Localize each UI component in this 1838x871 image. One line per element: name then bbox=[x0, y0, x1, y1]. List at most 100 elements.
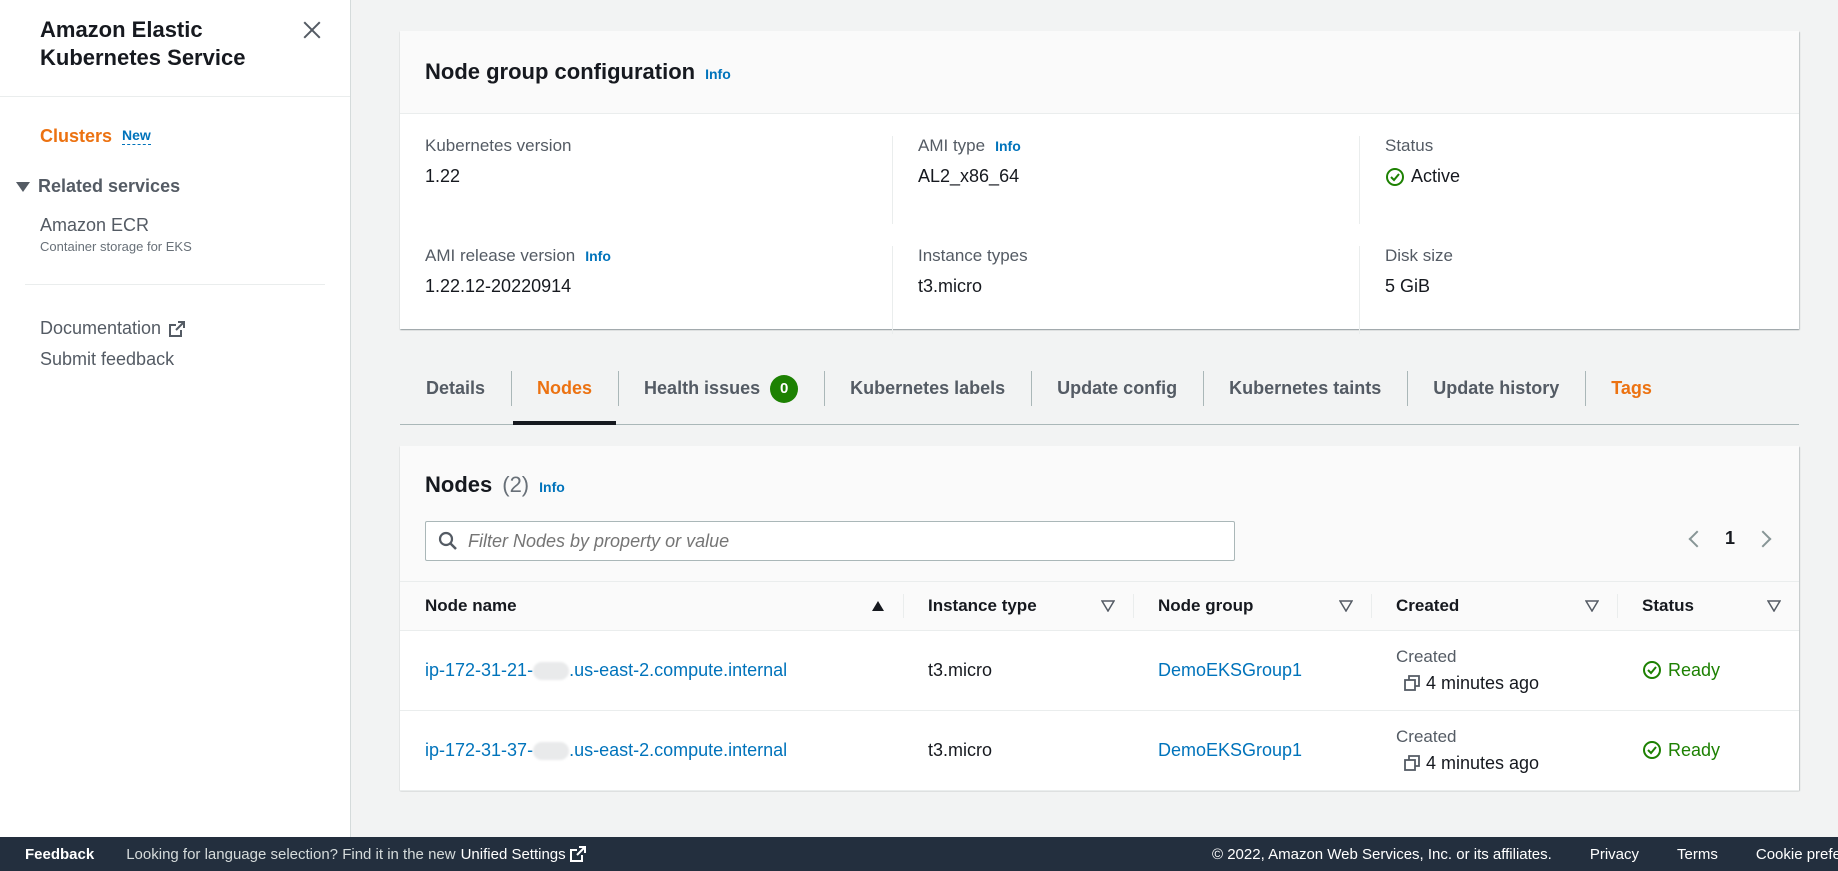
sidebar-divider bbox=[25, 284, 325, 285]
tab-label[interactable]: Details bbox=[426, 378, 485, 399]
tab-health-issues[interactable]: Health issues 0 bbox=[618, 365, 824, 424]
related-services-toggle[interactable]: Related services bbox=[0, 176, 350, 197]
created-label: Created bbox=[1396, 646, 1457, 666]
tab-tags[interactable]: Tags bbox=[1585, 365, 1678, 424]
chevron-right-icon[interactable] bbox=[1754, 530, 1772, 547]
search-input[interactable] bbox=[468, 530, 1208, 552]
tab-update-config[interactable]: Update config bbox=[1031, 365, 1203, 424]
nodes-card: Nodes (2) Info 1 Node name Instance type… bbox=[400, 446, 1799, 791]
status-value: Active bbox=[1411, 166, 1461, 186]
node-group-link[interactable]: DemoEKSGroup1 bbox=[1158, 740, 1302, 760]
redacted-segment bbox=[533, 741, 570, 760]
caret-down-icon bbox=[16, 181, 30, 192]
node-name-prefix[interactable]: ip-172-31-21- bbox=[425, 660, 533, 680]
sort-icon[interactable] bbox=[1339, 600, 1353, 612]
tab-kubernetes-labels[interactable]: Kubernetes labels bbox=[824, 365, 1031, 424]
copy-icon[interactable] bbox=[1404, 675, 1420, 691]
created-label: Created bbox=[1396, 726, 1457, 746]
sort-icon[interactable] bbox=[1585, 600, 1599, 612]
external-link-icon bbox=[569, 846, 586, 862]
copyright-text: © 2022, Amazon Web Services, Inc. or its… bbox=[1212, 845, 1552, 863]
created-value: 4 minutes ago bbox=[1426, 752, 1540, 773]
column-header-status[interactable]: Status bbox=[1617, 582, 1799, 631]
tab-update-history[interactable]: Update history bbox=[1407, 365, 1585, 424]
sidebar-item-feedback[interactable]: Submit feedback bbox=[0, 349, 350, 370]
tab-label[interactable]: Update history bbox=[1433, 378, 1559, 399]
check-circle-icon bbox=[1386, 167, 1404, 186]
close-icon[interactable] bbox=[300, 18, 324, 42]
sort-icon[interactable] bbox=[1101, 600, 1115, 612]
column-header-instance-type[interactable]: Instance type bbox=[903, 582, 1133, 631]
page-number[interactable]: 1 bbox=[1725, 528, 1735, 549]
field-label: Disk size bbox=[1385, 246, 1454, 265]
nodes-title: Nodes bbox=[425, 472, 493, 497]
tab-label[interactable]: Tags bbox=[1611, 378, 1652, 399]
node-name-link[interactable]: ip-172-31-37- .us-east-2.compute.internal bbox=[425, 740, 787, 760]
column-label[interactable]: Node group bbox=[1158, 596, 1253, 615]
related-services-label: Related services bbox=[38, 176, 181, 196]
created-value: 4 minutes ago bbox=[1426, 672, 1540, 693]
sidebar-item-documentation[interactable]: Documentation bbox=[0, 318, 350, 339]
info-link[interactable]: Info bbox=[705, 66, 731, 82]
column-label[interactable]: Status bbox=[1642, 596, 1694, 615]
sidebar-item-clusters[interactable]: Clusters New bbox=[0, 125, 350, 147]
tab-label[interactable]: Health issues bbox=[644, 378, 760, 399]
node-group-link[interactable]: DemoEKSGroup1 bbox=[1158, 660, 1302, 680]
field-label: Status bbox=[1385, 136, 1434, 155]
column-header-created[interactable]: Created bbox=[1371, 582, 1617, 631]
check-circle-icon bbox=[1643, 741, 1661, 759]
node-name-link[interactable]: ip-172-31-21- .us-east-2.compute.internal bbox=[425, 660, 787, 680]
status-value: Ready bbox=[1668, 659, 1721, 680]
ecr-subtitle: Container storage for EKS bbox=[40, 239, 192, 254]
field-value: 1.22 bbox=[425, 166, 461, 186]
footer-feedback-link[interactable]: Feedback bbox=[25, 846, 94, 863]
nodes-count: (2) bbox=[502, 472, 530, 497]
tab-label[interactable]: Update config bbox=[1057, 378, 1177, 399]
sidebar-item-label[interactable]: Clusters bbox=[40, 126, 112, 147]
submit-feedback-link[interactable]: Submit feedback bbox=[40, 349, 174, 370]
table-row: ip-172-31-37- .us-east-2.compute.internal… bbox=[400, 710, 1799, 791]
info-link[interactable]: Info bbox=[995, 138, 1021, 154]
field-value: 5 GiB bbox=[1385, 276, 1431, 296]
node-name-prefix[interactable]: ip-172-31-37- bbox=[425, 740, 533, 760]
language-hint: Looking for language selection? Find it … bbox=[126, 845, 456, 863]
tab-kubernetes-taints[interactable]: Kubernetes taints bbox=[1203, 365, 1407, 424]
tab-label[interactable]: Nodes bbox=[537, 378, 592, 399]
column-header-node-group[interactable]: Node group bbox=[1133, 582, 1371, 631]
filter-search[interactable] bbox=[425, 521, 1235, 561]
node-group-configuration-card: Node group configuration Info Kubernetes… bbox=[400, 31, 1799, 334]
nodes-table: Node name Instance type Node group Creat… bbox=[400, 582, 1799, 791]
redacted-segment bbox=[533, 661, 570, 680]
card-title: Node group configuration bbox=[425, 59, 696, 84]
column-header-node-name[interactable]: Node name bbox=[400, 582, 903, 631]
cookie-preferences-link[interactable]: Cookie prefere bbox=[1756, 846, 1838, 863]
field-label: Kubernetes version bbox=[425, 136, 572, 155]
sort-icon[interactable] bbox=[1767, 600, 1781, 612]
terms-link[interactable]: Terms bbox=[1677, 846, 1718, 863]
documentation-link[interactable]: Documentation bbox=[40, 318, 161, 339]
sidebar-item-ecr[interactable]: Amazon ECR Container storage for EKS bbox=[0, 215, 350, 254]
unified-settings-link[interactable]: Unified Settings bbox=[461, 846, 566, 863]
column-label[interactable]: Node name bbox=[425, 596, 517, 615]
sidebar-title: Amazon Elastic Kubernetes Service bbox=[40, 17, 246, 70]
node-name-suffix[interactable]: .us-east-2.compute.internal bbox=[569, 740, 787, 760]
sort-ascending-icon[interactable] bbox=[871, 600, 885, 612]
tab-details[interactable]: Details bbox=[400, 365, 511, 424]
table-row: ip-172-31-21- .us-east-2.compute.internal… bbox=[400, 630, 1799, 711]
disk-size-field: Disk size 5 GiB bbox=[1359, 246, 1774, 334]
chevron-left-icon[interactable] bbox=[1688, 530, 1706, 547]
ami-type-field: AMI type Info AL2_x86_64 bbox=[892, 136, 1359, 224]
privacy-link[interactable]: Privacy bbox=[1590, 846, 1639, 863]
tab-nodes[interactable]: Nodes bbox=[511, 365, 618, 425]
node-name-suffix[interactable]: .us-east-2.compute.internal bbox=[569, 660, 787, 680]
tab-label[interactable]: Kubernetes taints bbox=[1229, 378, 1381, 399]
column-label[interactable]: Created bbox=[1396, 596, 1459, 615]
column-label[interactable]: Instance type bbox=[928, 596, 1037, 615]
ecr-title[interactable]: Amazon ECR bbox=[40, 215, 350, 236]
tab-label[interactable]: Kubernetes labels bbox=[850, 378, 1005, 399]
copy-icon[interactable] bbox=[1404, 755, 1420, 771]
status-field: Status Active bbox=[1359, 136, 1774, 224]
info-link[interactable]: Info bbox=[539, 479, 565, 495]
info-link[interactable]: Info bbox=[585, 248, 611, 264]
ami-release-version-field: AMI release version Info 1.22.12-20220914 bbox=[425, 246, 892, 334]
